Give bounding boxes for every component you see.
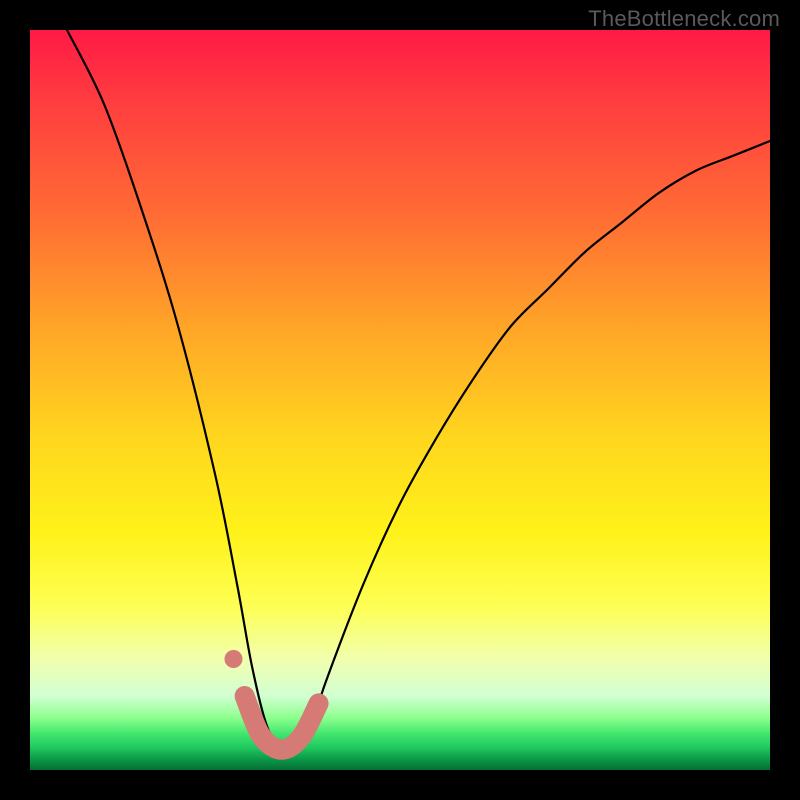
chart-frame: TheBottleneck.com [0,0,800,800]
bottleneck-curve [67,30,770,751]
plot-area [30,30,770,770]
trough-marker [245,696,319,750]
chart-overlay [30,30,770,770]
watermark-text: TheBottleneck.com [588,6,780,32]
trough-marker-dot [225,650,243,668]
